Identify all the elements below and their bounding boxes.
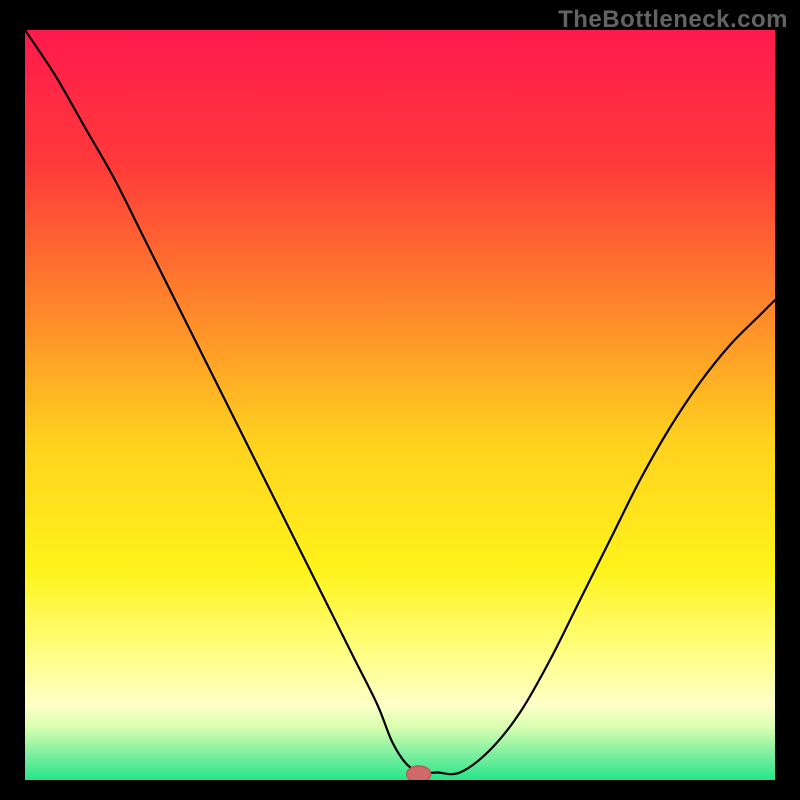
outer-frame: TheBottleneck.com: [0, 0, 800, 800]
bottleneck-chart: [25, 30, 775, 780]
bottleneck-optimum-marker: [407, 766, 431, 780]
watermark-text: TheBottleneck.com: [558, 6, 788, 34]
chart-background: [25, 30, 775, 780]
chart-svg: [25, 30, 775, 780]
